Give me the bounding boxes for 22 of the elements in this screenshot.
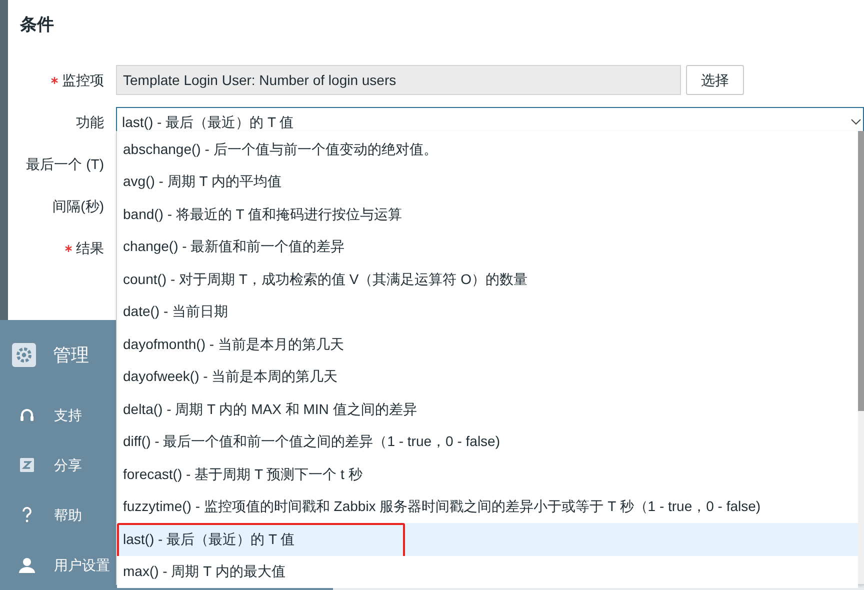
headset-icon: [20, 408, 34, 422]
chevron-down-icon: [851, 119, 861, 125]
field-label: 间隔(秒): [52, 196, 104, 216]
sidebar-section-title[interactable]: 管理: [53, 342, 89, 368]
field-label: 最后一个 (T): [26, 154, 104, 174]
sidebar-item[interactable]: 分享: [54, 454, 82, 476]
user-icon: [19, 557, 35, 573]
field-label: 结果: [76, 238, 104, 258]
sidebar-item[interactable]: 帮助: [54, 504, 82, 526]
sidebar-item[interactable]: 支持: [54, 404, 82, 426]
dialog-title: 条件: [20, 14, 54, 36]
sidebar-item[interactable]: 用户设置: [54, 554, 110, 576]
field-label: 监控项: [62, 70, 104, 90]
dropdown-option[interactable]: last() - 最后（最近）的 T 值: [117, 523, 858, 556]
gear-icon: [12, 343, 36, 367]
question-mark-icon: [22, 507, 32, 523]
scrollbar-thumb[interactable]: [858, 131, 864, 411]
item-field[interactable]: Template Login User: Number of login users: [116, 65, 681, 95]
select-button[interactable]: 选择: [686, 65, 744, 95]
field-label: 功能: [76, 112, 104, 132]
z-square-icon: [20, 458, 34, 472]
dropdown-option[interactable]: max() - 周期 T 内的最大值: [117, 556, 858, 588]
